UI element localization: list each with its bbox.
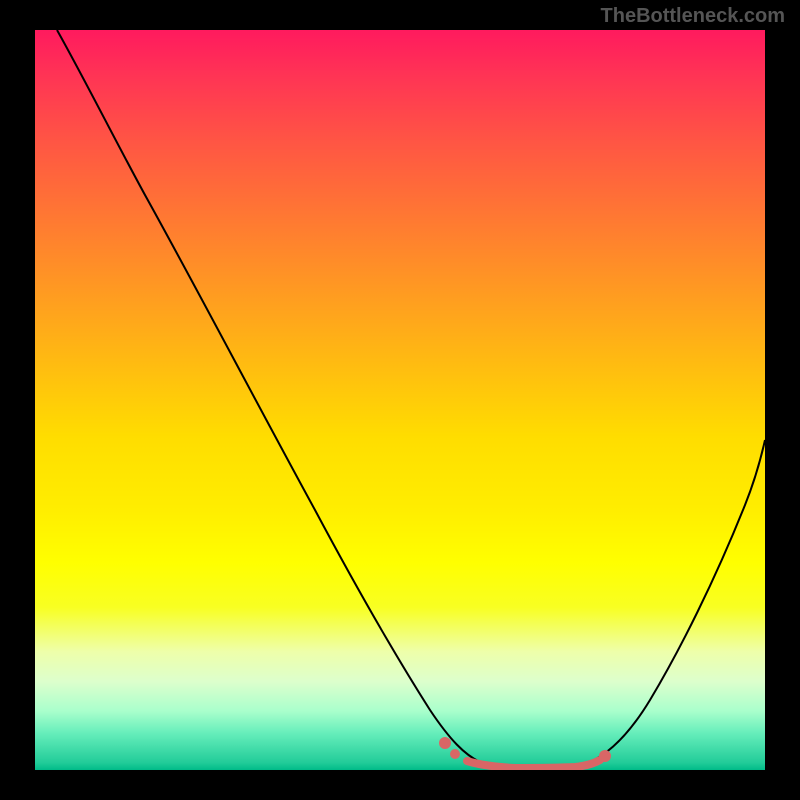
optimal-range-highlight [467,760,600,768]
bottleneck-curve-line [57,30,765,768]
highlight-start-dot [439,737,451,749]
highlight-end-dot [599,750,611,762]
highlight-dot-2 [450,749,460,759]
chart-svg [35,30,765,770]
watermark-text: TheBottleneck.com [601,5,785,28]
chart-plot-area [35,30,765,770]
